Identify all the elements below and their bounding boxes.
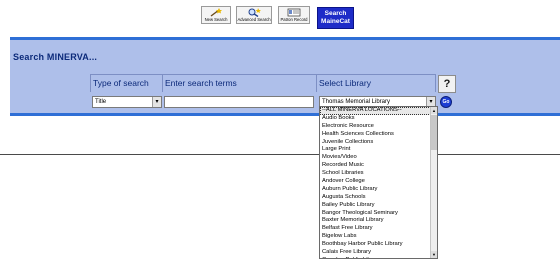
library-option[interactable]: School Libraries xyxy=(320,170,437,178)
new-search-label: New Search xyxy=(204,17,228,22)
dropdown-scrollbar[interactable]: ▲ ▼ xyxy=(430,107,437,258)
library-option[interactable]: Baxter Memorial Library xyxy=(320,217,437,225)
library-select-value: Thomas Memorial Library xyxy=(322,99,391,105)
library-option[interactable]: Movies/Video xyxy=(320,154,437,162)
search-terms-header: Enter search terms xyxy=(162,74,316,92)
divider xyxy=(0,154,560,155)
band-bottom-border xyxy=(10,113,560,116)
library-option[interactable]: Audio Books xyxy=(320,115,437,123)
library-option[interactable]: Calais Free Library xyxy=(320,249,437,257)
patron-record-button[interactable]: Patron Record xyxy=(278,6,310,24)
patron-card-icon xyxy=(287,8,301,17)
scroll-down-arrow-icon[interactable]: ▼ xyxy=(431,251,437,258)
search-mainecat-button[interactable]: Search MaineCat xyxy=(317,7,354,29)
select-library-header: Select Library xyxy=(316,74,436,92)
library-option[interactable]: Belfast Free Library xyxy=(320,225,437,233)
library-option[interactable]: Bailey Public Library xyxy=(320,202,437,210)
library-option[interactable]: --ALL MINERVA LOCATIONS-- xyxy=(320,107,437,115)
magic-wand-icon xyxy=(210,8,222,17)
library-option[interactable]: Boothbay Harbor Public Library xyxy=(320,241,437,249)
go-button[interactable]: Go xyxy=(440,96,452,108)
library-option[interactable]: Juvenile Collections xyxy=(320,139,437,147)
library-option[interactable]: Bigelow Labs xyxy=(320,233,437,241)
search-title: Search MINERVA... xyxy=(13,52,98,62)
library-option[interactable]: Bangor Theological Seminary xyxy=(320,210,437,218)
help-icon: ? xyxy=(443,78,451,90)
new-search-button[interactable]: New Search xyxy=(201,6,231,24)
scroll-thumb[interactable] xyxy=(431,115,437,150)
search-panel: Search MINERVA... Type of search Enter s… xyxy=(10,40,560,113)
advanced-search-icon xyxy=(248,8,261,17)
library-option[interactable]: Large Print xyxy=(320,146,437,154)
library-option[interactable]: Camden Public Library xyxy=(320,257,437,258)
scroll-up-arrow-icon[interactable]: ▲ xyxy=(431,107,437,114)
library-options: --ALL MINERVA LOCATIONS-- Audio Books Elec… xyxy=(320,107,437,258)
library-option[interactable]: Andover College xyxy=(320,178,437,186)
search-mainecat-label: Search MaineCat xyxy=(321,10,350,25)
advanced-search-label: Advanced Search xyxy=(237,17,271,22)
patron-record-label: Patron Record xyxy=(280,17,308,22)
search-type-value: Title xyxy=(95,99,107,105)
library-option[interactable]: Electronic Resource xyxy=(320,123,437,131)
search-terms-input[interactable] xyxy=(164,96,314,108)
library-option[interactable]: Health Sciences Collections xyxy=(320,131,437,139)
library-dropdown-list[interactable]: --ALL MINERVA LOCATIONS-- Audio Books Elec… xyxy=(319,106,438,259)
go-label: Go xyxy=(442,99,450,105)
library-option[interactable]: Augusta Schools xyxy=(320,194,437,202)
help-button[interactable]: ? xyxy=(438,75,456,93)
library-option[interactable]: Recorded Music xyxy=(320,162,437,170)
advanced-search-button[interactable]: Advanced Search xyxy=(236,6,272,24)
library-option[interactable]: Auburn Public Library xyxy=(320,186,437,194)
chevron-down-icon[interactable]: ▾ xyxy=(152,97,161,107)
search-type-select[interactable]: Title ▾ xyxy=(92,96,162,108)
type-of-search-header: Type of search xyxy=(90,74,162,92)
